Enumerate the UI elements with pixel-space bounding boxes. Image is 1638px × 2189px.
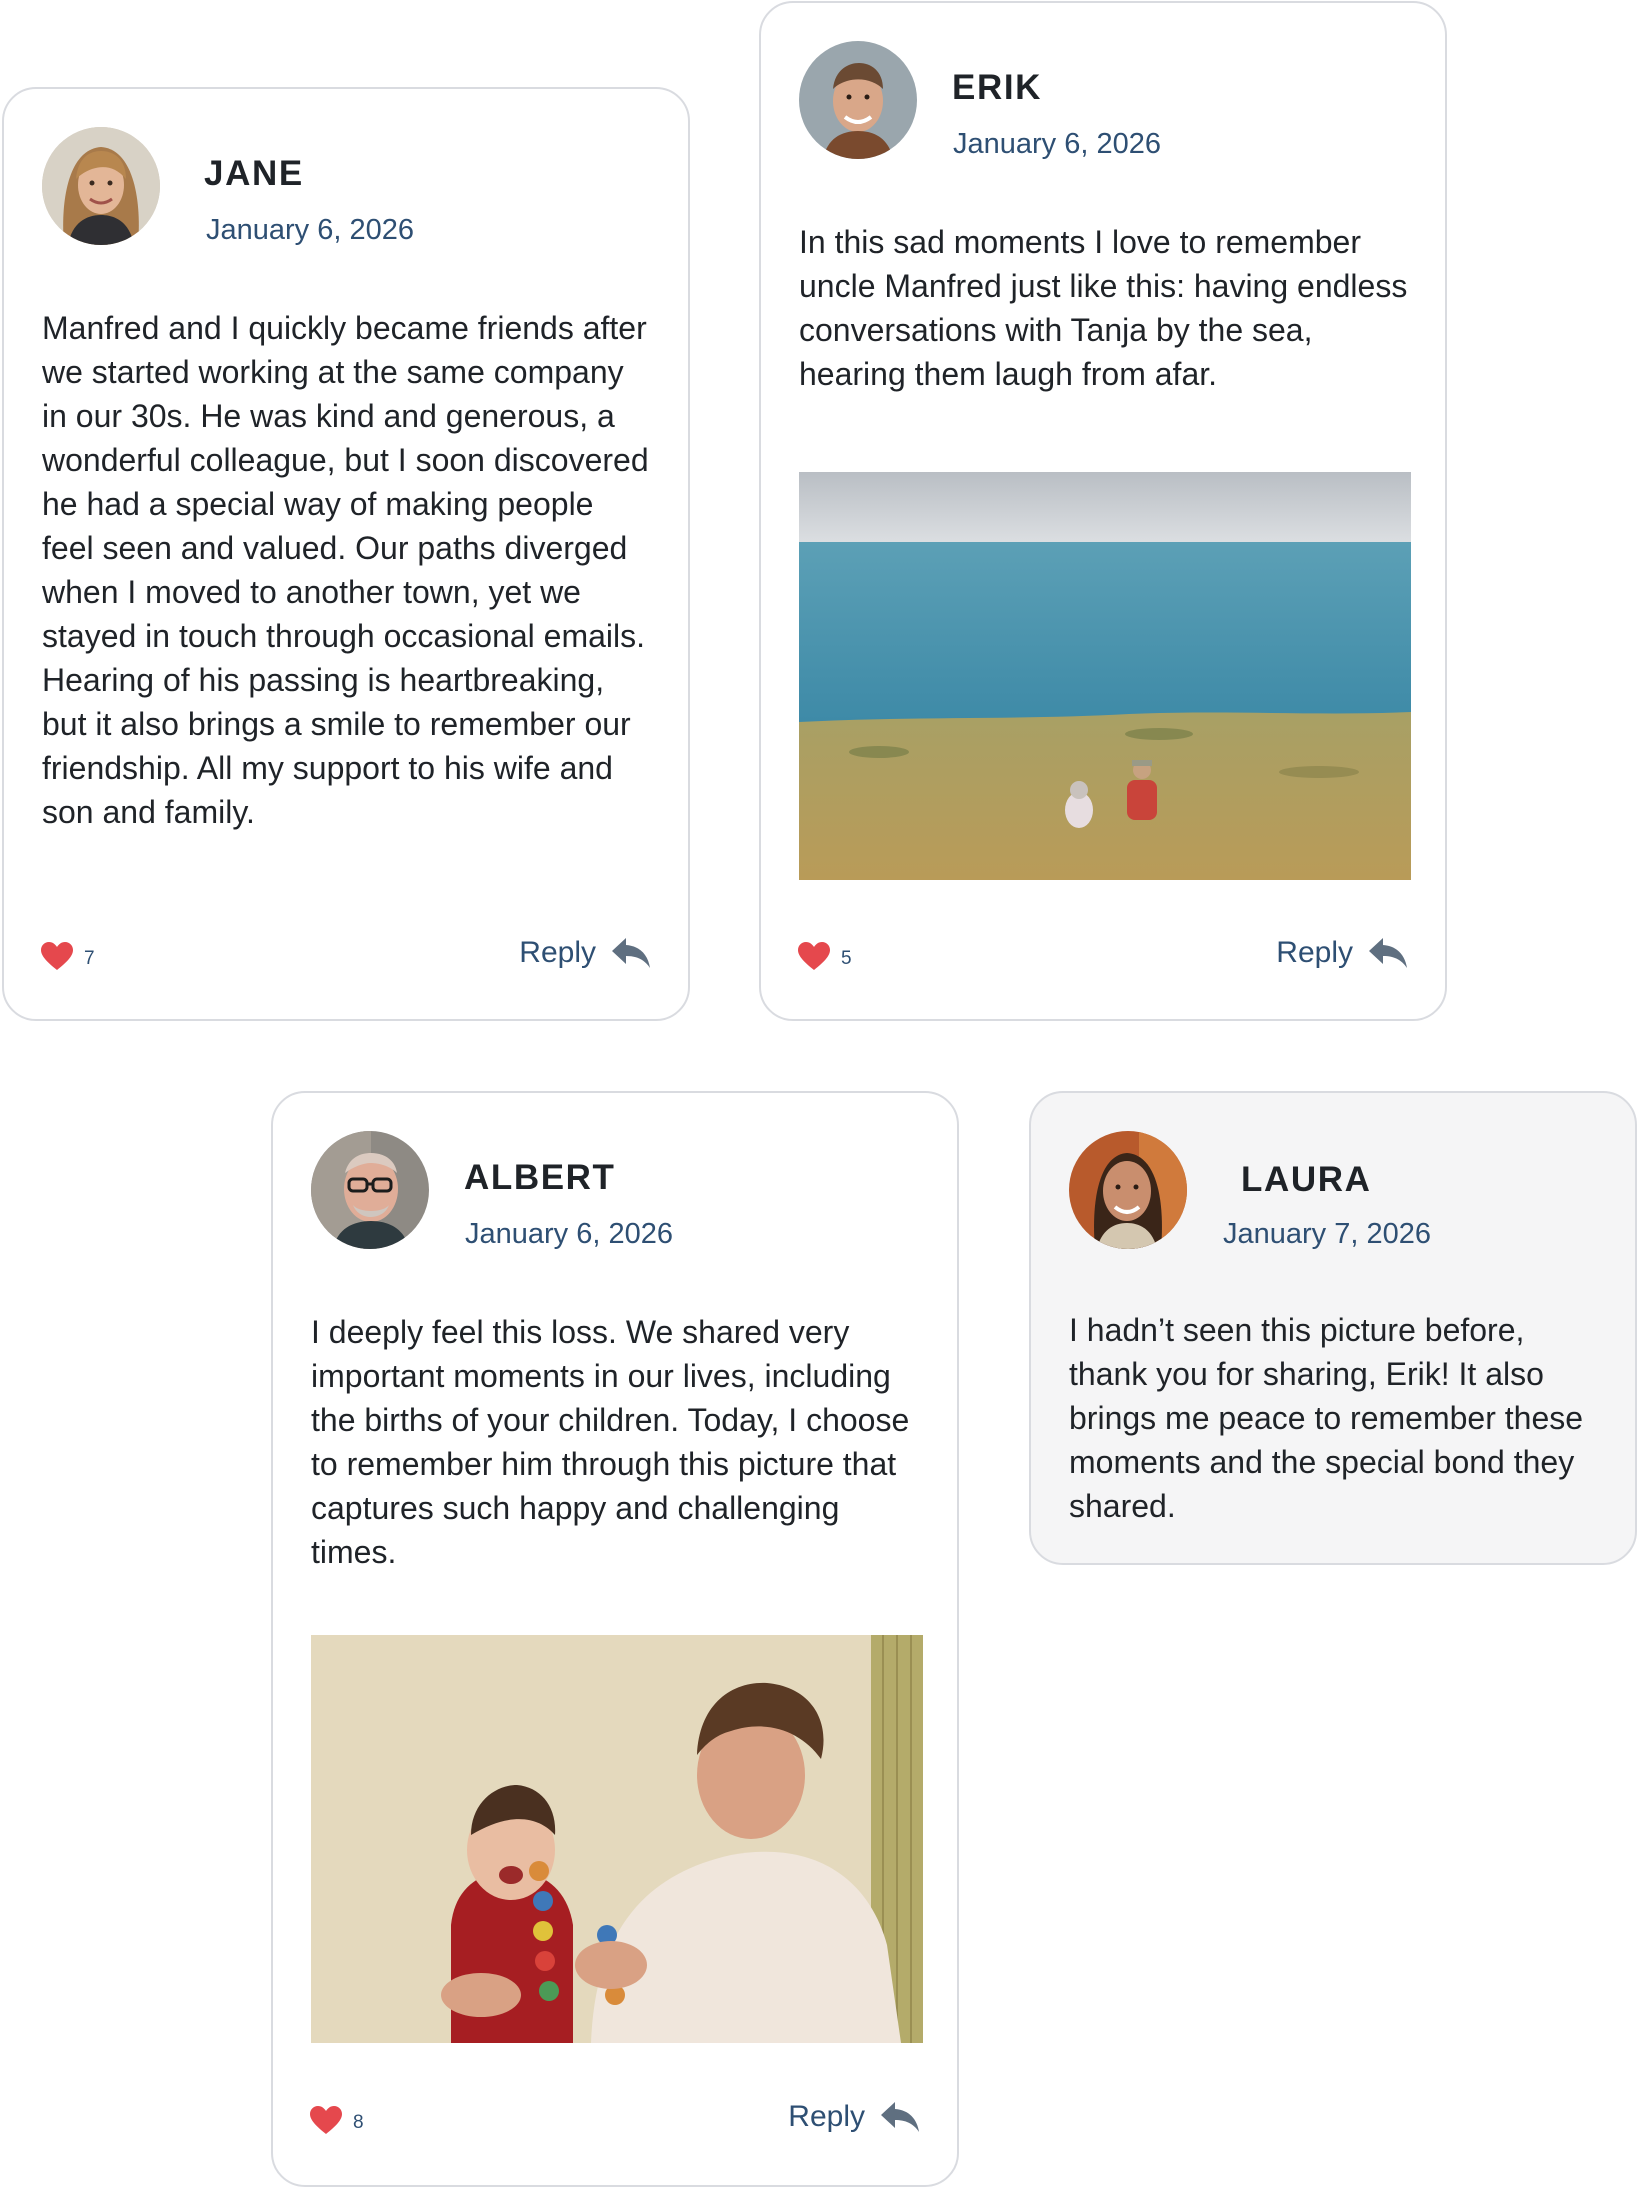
heart-icon xyxy=(41,942,73,970)
reply-label: Reply xyxy=(519,936,596,969)
avatar-laura xyxy=(1069,1131,1187,1249)
reply-arrow-icon xyxy=(881,2102,919,2132)
heart-icon xyxy=(798,942,830,970)
reply-button[interactable]: Reply xyxy=(788,2100,921,2134)
comment-card-albert: ALBERT January 6, 2026 I deeply feel thi… xyxy=(271,1091,959,2187)
comment-date: January 7, 2026 xyxy=(1223,1218,1431,1250)
comment-date: January 6, 2026 xyxy=(953,128,1161,160)
like-button[interactable]: 7 xyxy=(40,941,95,971)
like-button[interactable]: 5 xyxy=(797,941,852,971)
author-name: ALBERT xyxy=(464,1158,616,1197)
comment-date: January 6, 2026 xyxy=(206,214,414,246)
author-name: JANE xyxy=(204,154,304,193)
photo-father-baby xyxy=(311,1635,923,2043)
like-count: 7 xyxy=(84,948,95,969)
avatar-albert xyxy=(311,1131,429,1249)
avatar-erik xyxy=(799,41,917,159)
like-count: 5 xyxy=(841,948,852,969)
comment-card-erik: ERIK January 6, 2026 In this sad moments… xyxy=(759,1,1447,1021)
heart-icon xyxy=(310,2106,342,2134)
comment-text: In this sad moments I love to remember u… xyxy=(799,224,1408,392)
reply-label: Reply xyxy=(1276,936,1353,969)
comment-card-jane: JANE January 6, 2026 Manfred and I quick… xyxy=(2,87,690,1021)
reply-label: Reply xyxy=(788,2100,865,2133)
comment-text: Manfred and I quickly became friends aft… xyxy=(42,310,649,830)
comment-text: I deeply feel this loss. We shared very … xyxy=(311,1314,910,1570)
like-button[interactable]: 8 xyxy=(309,2105,364,2135)
reply-arrow-icon xyxy=(612,938,650,968)
comment-date: January 6, 2026 xyxy=(465,1218,673,1250)
avatar-jane xyxy=(42,127,160,245)
photo-sea-meadow xyxy=(799,472,1411,880)
reply-button[interactable]: Reply xyxy=(1276,936,1409,970)
reply-arrow-icon xyxy=(1369,938,1407,968)
reply-button[interactable]: Reply xyxy=(519,936,652,970)
author-name: ERIK xyxy=(952,68,1043,107)
like-count: 8 xyxy=(353,2112,364,2133)
author-name: LAURA xyxy=(1241,1160,1372,1199)
comment-card-laura: LAURA January 7, 2026 I hadn’t seen this… xyxy=(1029,1091,1637,1565)
comment-text: I hadn’t seen this picture before, thank… xyxy=(1069,1312,1584,1524)
